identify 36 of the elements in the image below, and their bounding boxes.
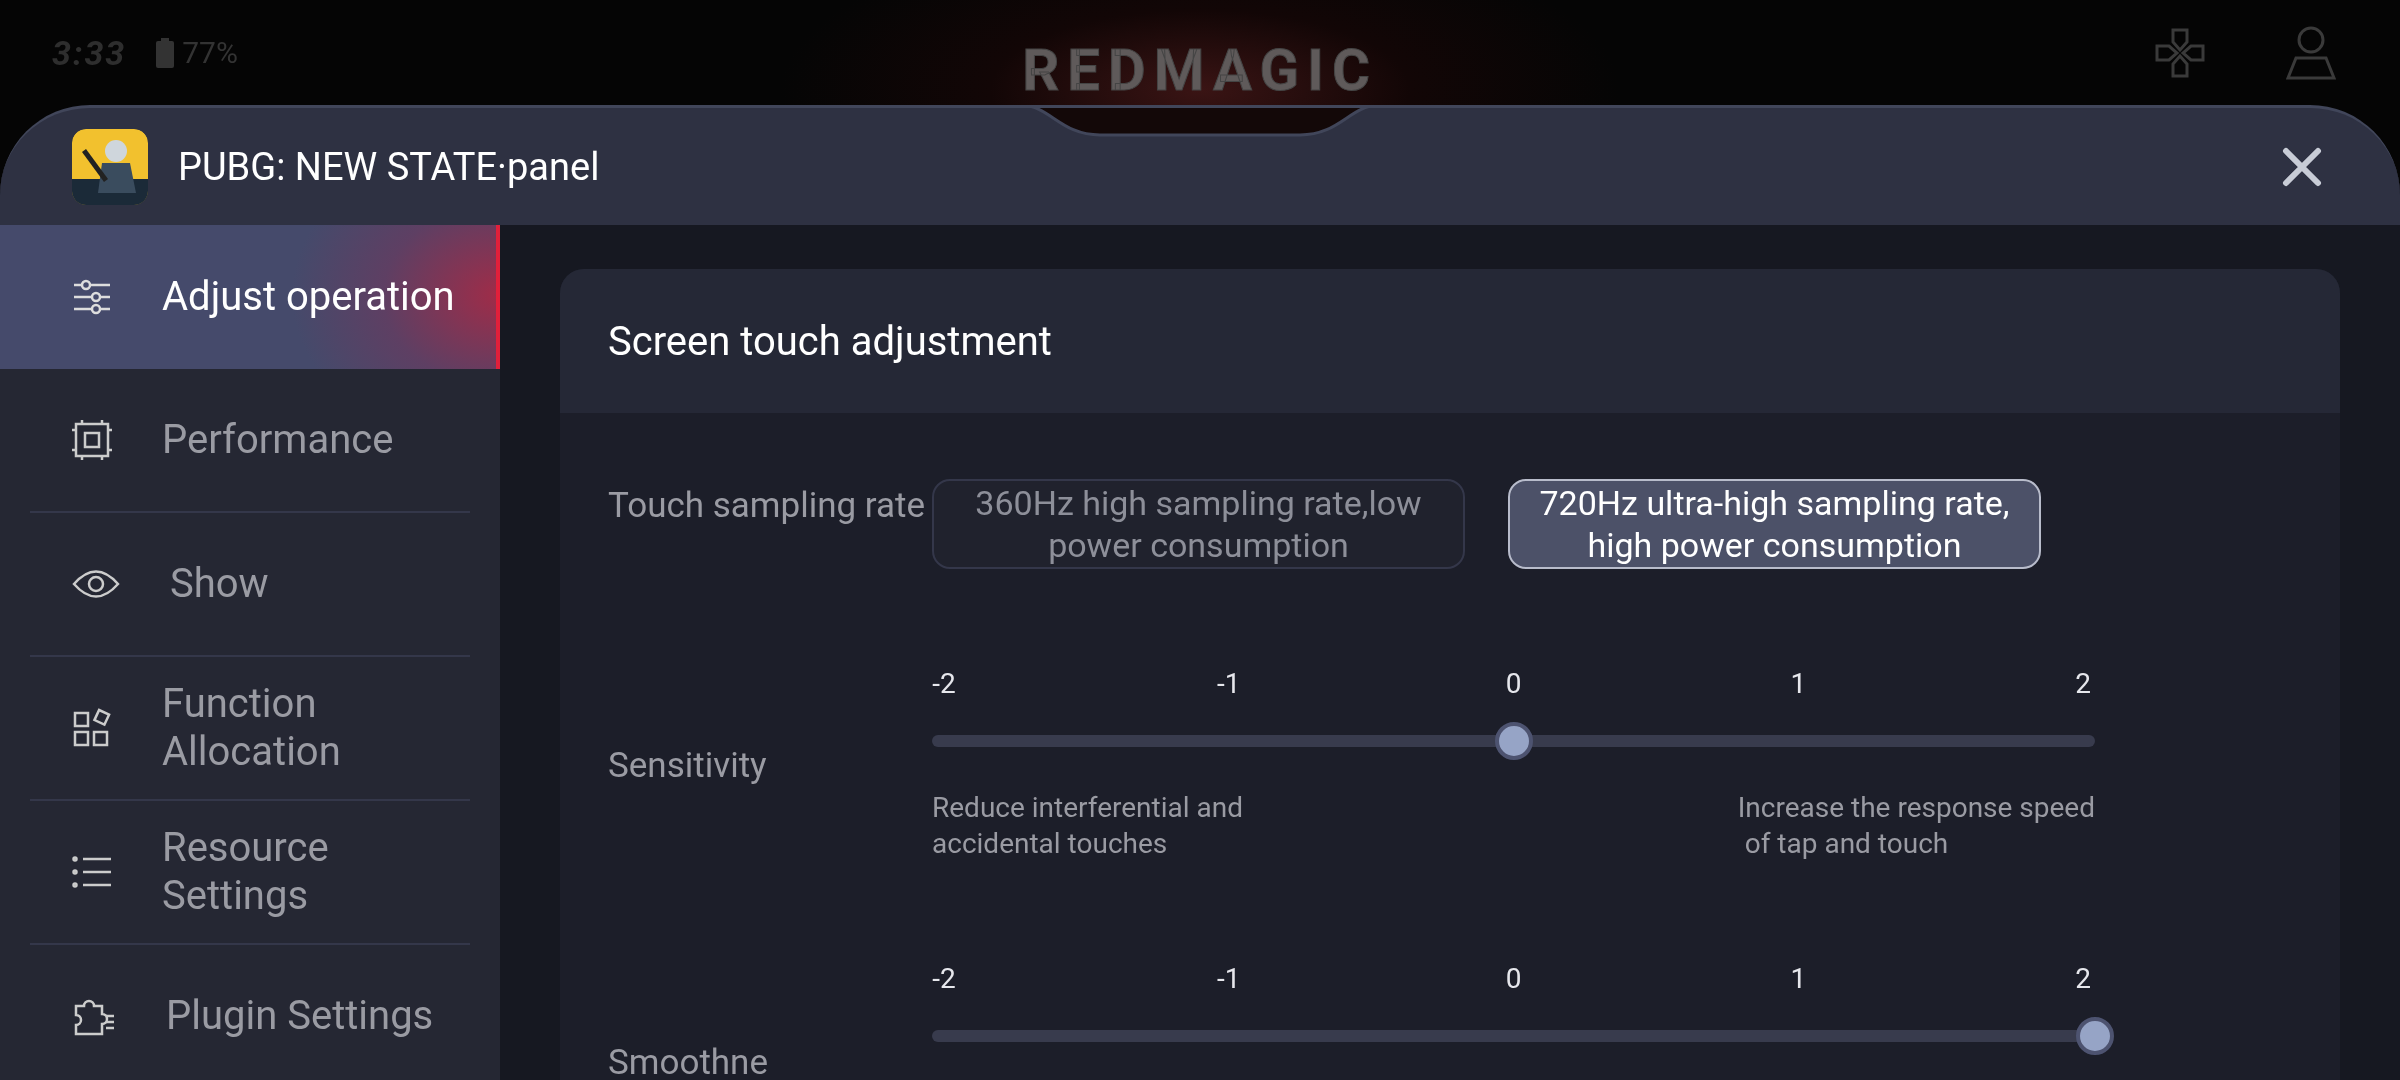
slider-thumb[interactable] [2076, 1017, 2114, 1055]
brand-logo: REDMAGIC [1022, 36, 1378, 104]
sidebar-item[interactable]: Adjust operation [0, 225, 500, 369]
slider-thumb[interactable] [1494, 722, 1533, 760]
setting-label: Sensitivity [608, 745, 768, 786]
tick-label: 0 [1504, 962, 1523, 995]
chip-icon [72, 420, 112, 460]
slider-hint: Increase the response speed of tap and touch [1737, 790, 2095, 862]
tick-label: -2 [931, 962, 957, 995]
sidebar-item[interactable]: Resource Settings [30, 801, 470, 945]
panel-title: PUBG: NEW STATE·panel [178, 144, 600, 189]
option-button[interactable]: 360Hz high sampling rate,low power consumption [932, 479, 1465, 569]
sidebar-item[interactable]: Performance [30, 369, 470, 513]
battery-icon [156, 37, 175, 68]
card-title: Screen touch adjustment [608, 317, 1052, 365]
sidebar-item[interactable]: Plugin Settings [30, 945, 470, 1080]
sliders-icon [72, 277, 112, 317]
grid-icon [72, 708, 112, 748]
tick-label: -1 [1216, 667, 1242, 700]
sidebar-item[interactable]: Show [30, 513, 470, 657]
gamepad-icon[interactable] [2154, 26, 2206, 79]
tick-label: 2 [2074, 962, 2092, 995]
tick-label: -2 [931, 667, 957, 700]
person-icon[interactable] [2286, 25, 2336, 80]
tick-label: 2 [2074, 667, 2092, 700]
list-icon [72, 856, 112, 888]
setting-label: Smoothne [608, 1042, 769, 1080]
sidebar-item[interactable]: Function Allocation [30, 657, 470, 801]
tick-label: -1 [1216, 962, 1242, 995]
option-button[interactable]: 720Hz ultra-high sampling rate, high power consumption [1508, 479, 2041, 569]
eye-icon [72, 569, 120, 599]
tick-label: 1 [1789, 667, 1808, 700]
slider-hint: Reduce interferential and accidental touches [932, 790, 1243, 862]
setting-label: Touch sampling rate [608, 484, 927, 526]
tick-label: 0 [1504, 667, 1523, 700]
tick-label: 1 [1789, 962, 1808, 995]
